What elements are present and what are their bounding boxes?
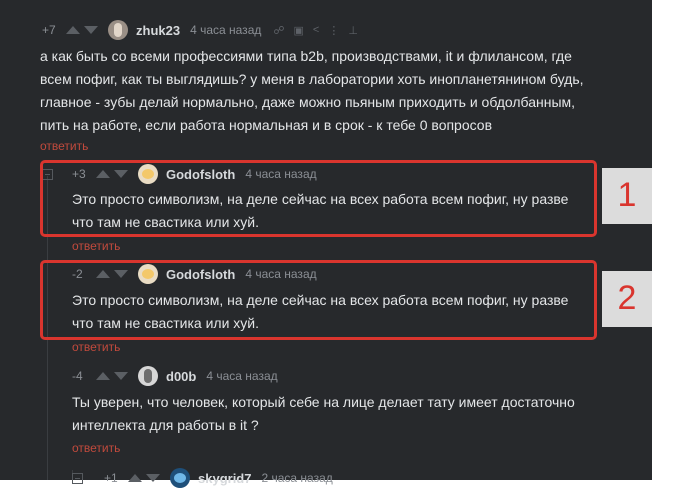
downvote-icon[interactable] [84, 26, 98, 34]
share-icon[interactable]: < [313, 24, 319, 36]
upvote-icon[interactable] [96, 372, 110, 380]
comment-header: +7 zhuk23 4 часа назад ☍ ▣ < ⋮ ⊥ [42, 20, 367, 40]
comment-score: -4 [72, 369, 83, 383]
downvote-icon[interactable] [146, 474, 160, 482]
reply-link[interactable]: ответить [72, 441, 120, 455]
avatar[interactable] [170, 468, 190, 488]
save-icon[interactable]: ▣ [294, 24, 304, 37]
annotation-badge-1: 1 [602, 168, 652, 224]
comment-line: Ты уверен, что человек, который себе на … [72, 394, 575, 410]
comment-text: Ты уверен, что человек, который себе на … [72, 391, 575, 437]
collapse-thread-icon[interactable] [72, 473, 83, 484]
comment-author[interactable]: d00b [166, 369, 196, 384]
comment-score: +1 [104, 471, 118, 485]
highlight-box-1 [40, 160, 597, 237]
more-icon[interactable]: ⋮ [328, 24, 339, 37]
comment-line: пить на работе, если работа нормальная и… [40, 117, 493, 133]
reply-link[interactable]: ответить [72, 340, 120, 354]
comment-time[interactable]: 4 часа назад [206, 369, 277, 383]
comment-header: -4 d00b 4 часа назад [72, 366, 290, 386]
comment-author[interactable]: zhuk23 [136, 23, 180, 38]
comment-line: главное - зубы делай нормально, даже мож… [40, 94, 576, 110]
upvote-icon[interactable] [66, 26, 80, 34]
pin-icon[interactable]: ⊥ [348, 24, 358, 37]
comment-line: всем пофиг, как ты выглядишь? у меня в л… [40, 71, 584, 87]
comment-time[interactable]: 2 часа назад [261, 471, 332, 485]
annotation-badge-2: 2 [602, 271, 652, 327]
reply-link[interactable]: ответить [72, 239, 120, 253]
comment-author[interactable]: skygrid7 [198, 471, 251, 486]
comment-score: +7 [42, 23, 56, 37]
comment-header: +1 skygrid7 2 часа назад [104, 468, 345, 488]
comment-line: а как быть со всеми профессиями типа b2b… [40, 48, 572, 64]
highlight-box-2 [40, 260, 597, 340]
reply-link[interactable]: ответить [40, 139, 88, 153]
comment-line: интеллекта для работы в it ? [72, 417, 259, 433]
page-margin [652, 0, 700, 480]
avatar[interactable] [138, 366, 158, 386]
downvote-icon[interactable] [114, 372, 128, 380]
comment-text: а как быть со всеми профессиями типа b2b… [40, 45, 584, 137]
upvote-icon[interactable] [128, 474, 142, 482]
link-icon[interactable]: ☍ [273, 24, 284, 37]
avatar[interactable] [108, 20, 128, 40]
comment-time[interactable]: 4 часа назад [190, 23, 261, 37]
